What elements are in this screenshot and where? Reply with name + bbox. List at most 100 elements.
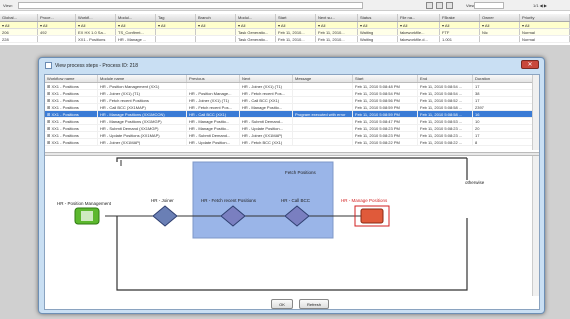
grid-column-header[interactable]: Next su...: [316, 14, 358, 21]
group-label: Fetch Positions: [285, 170, 317, 175]
steps-cell: HR - Position Management (XX1): [98, 83, 187, 89]
save-icon[interactable]: [436, 2, 443, 9]
steps-cell: HR - Manage Positio...: [240, 104, 293, 110]
grid-filter-cell[interactable]: ▾ All: [156, 22, 196, 28]
grid-column-header[interactable]: Branch: [196, 14, 236, 21]
checkbox-icon[interactable]: [446, 2, 453, 9]
steps-column-header[interactable]: Start: [353, 75, 418, 82]
grid-filter-cell[interactable]: ▾ All: [76, 22, 116, 28]
steps-cell: HR - Call BCC (XX1MAP): [98, 104, 187, 110]
steps-row[interactable]: ⊞ XX1 - Positions HR - Manage Positions (…: [45, 111, 539, 118]
grid-filter-cell[interactable]: ▾ All: [520, 22, 570, 28]
grid-column-header[interactable]: Modul...: [236, 14, 276, 21]
grid-filter-cell[interactable]: ▾ All: [398, 22, 440, 28]
steps-table-header: Workflow name Module name Previous Next Mess…: [45, 75, 539, 83]
steps-cell: [240, 111, 293, 117]
refresh-button[interactable]: Refresh: [299, 299, 329, 309]
node-joiner[interactable]: HR - Joiner: [151, 198, 178, 227]
grid-filter-cell[interactable]: ▾ All: [358, 22, 398, 28]
steps-cell: HR - Fetch recent Positions: [98, 97, 187, 103]
grid-row[interactable]: 206 492 EX HX 1.0 Sa... TS_Confirmt... Task …: [0, 29, 570, 36]
grid-column-header[interactable]: FBrake: [440, 14, 480, 21]
grid-filter-cell[interactable]: ▾ All: [440, 22, 480, 28]
steps-cell: 17: [473, 83, 539, 89]
grid-filter-cell[interactable]: ▾ All: [316, 22, 358, 28]
steps-cell: HR - Submit Demand...: [187, 132, 240, 138]
steps-column-header[interactable]: Module name: [98, 75, 187, 82]
steps-column-header[interactable]: End: [418, 75, 473, 82]
grid-filter-cell[interactable]: ▾ All: [116, 22, 156, 28]
steps-cell: HR - Joiner (XX1MAP): [240, 132, 293, 138]
grid-filter-cell[interactable]: ▾ All: [0, 22, 38, 28]
steps-cell: 8: [473, 139, 539, 145]
steps-column-header[interactable]: Message: [293, 75, 353, 82]
steps-cell: Feb 11, 2010 5:08:22 PM: [353, 139, 418, 145]
grid-column-header[interactable]: Workfl...: [76, 14, 116, 21]
steps-row[interactable]: ⊞ XX1 - Positions HR - Joiner (XX1) (T1) H…: [45, 90, 539, 97]
steps-cell: HR - Update Position...: [240, 125, 293, 131]
grid-cell: 228: [0, 36, 38, 42]
steps-row[interactable]: ⊞ XX1 - Positions HR - Submit Demand (XX1…: [45, 125, 539, 132]
close-icon[interactable]: ✕: [521, 60, 539, 69]
grid-icon[interactable]: [426, 2, 433, 9]
grid-column-header[interactable]: Global...: [0, 14, 38, 21]
steps-column-header[interactable]: Duration: [473, 75, 539, 82]
steps-cell: HR - Manage Positio...: [187, 118, 240, 124]
dialog-title: View process steps - Process ID: 218: [55, 63, 138, 69]
steps-column-header[interactable]: Previous: [187, 75, 240, 82]
steps-column-header[interactable]: Next: [240, 75, 293, 82]
steps-row[interactable]: ⊞ XX1 - Positions HR - Call BCC (XX1MAP) H…: [45, 104, 539, 111]
steps-cell: 38: [473, 90, 539, 96]
grid-cell: [196, 36, 236, 42]
grid-column-header[interactable]: Status: [358, 14, 398, 21]
grid-column-header[interactable]: File na...: [398, 14, 440, 21]
diagram-scrollbar[interactable]: [532, 156, 539, 296]
grid-filter-cell[interactable]: ▾ All: [38, 22, 76, 28]
grid-cell: [196, 29, 236, 35]
grid-column-header[interactable]: Start: [276, 14, 316, 21]
grid-filter-row[interactable]: ▾ All ▾ All ▾ All ▾ All ▾ All ▾ All ▾ All ▾ All…: [0, 22, 570, 29]
grid-cell: Feb 11, 2010...: [316, 29, 358, 35]
grid-column-header[interactable]: Modul...: [116, 14, 156, 21]
steps-row[interactable]: ⊞ XX1 - Positions HR - Position Managemen…: [45, 83, 539, 90]
steps-row[interactable]: ⊞ XX1 - Positions HR - Manage Positions (…: [45, 118, 539, 125]
grid-column-header[interactable]: Priority: [520, 14, 570, 21]
grid-filter-cell[interactable]: ▾ All: [480, 22, 520, 28]
steps-table-rows: ⊞ XX1 - Positions HR - Position Managemen…: [45, 83, 539, 146]
steps-row[interactable]: ⊞ XX1 - Positions HR - Fetch recent Posit…: [45, 97, 539, 104]
grid-cell: Task Generatio...: [236, 36, 276, 42]
steps-cell: HR - Submit Demand...: [240, 118, 293, 124]
grid-row[interactable]: 228 XX1 - Positions HR - Manage ... Task Ge…: [0, 36, 570, 43]
pager[interactable]: 1/1 ◀ ▶: [533, 3, 547, 8]
grid-filter-cell[interactable]: ▾ All: [236, 22, 276, 28]
grid-column-header[interactable]: Proce...: [38, 14, 76, 21]
saved-view-select[interactable]: [474, 2, 504, 9]
table-scrollbar[interactable]: [532, 75, 539, 150]
grid-cell: 492: [38, 29, 76, 35]
steps-cell: ⊞ XX1 - Positions: [45, 83, 98, 89]
steps-cell: ⊞ XX1 - Positions: [45, 97, 98, 103]
grid-filter-cell[interactable]: ▾ All: [196, 22, 236, 28]
steps-cell: ⊞ XX1 - Positions: [45, 125, 98, 131]
steps-cell: HR - Call BCC (XX1): [187, 111, 240, 117]
top-toolbar: View: View: 1/1 ◀ ▶: [0, 0, 570, 11]
grid-cell: HR - Manage ...: [116, 36, 156, 42]
view-select[interactable]: [18, 2, 363, 9]
grid-column-header[interactable]: Owner: [480, 14, 520, 21]
ok-button[interactable]: OK: [271, 299, 293, 309]
steps-cell: Feb 11, 2010 5:08:58 ...: [418, 104, 473, 110]
steps-row[interactable]: ⊞ XX1 - Positions HR - Update Positions (…: [45, 132, 539, 139]
node-manage-positions[interactable]: HR - Manage Positions: [341, 198, 390, 227]
view-label: View:: [3, 3, 13, 8]
grid-filter-cell[interactable]: ▾ All: [276, 22, 316, 28]
steps-row[interactable]: ⊞ XX1 - Positions HR - Joiner (XX1MAP) HR …: [45, 139, 539, 146]
steps-cell: HR - Fetch recent Pos...: [240, 90, 293, 96]
steps-cell: [187, 83, 240, 89]
steps-cell: HR - Manage Positio...: [187, 125, 240, 131]
grid-cell: Feb 11, 2010...: [276, 36, 316, 42]
workflow-diagram: Fetch Positions otherwise HR - Position …: [45, 156, 539, 296]
grid-column-header[interactable]: Tag: [156, 14, 196, 21]
steps-column-header[interactable]: Workflow name: [45, 75, 98, 82]
steps-cell: Feb 11, 2010 5:08:52 ...: [418, 97, 473, 103]
node-position-management[interactable]: HR - Position Management: [57, 201, 112, 225]
